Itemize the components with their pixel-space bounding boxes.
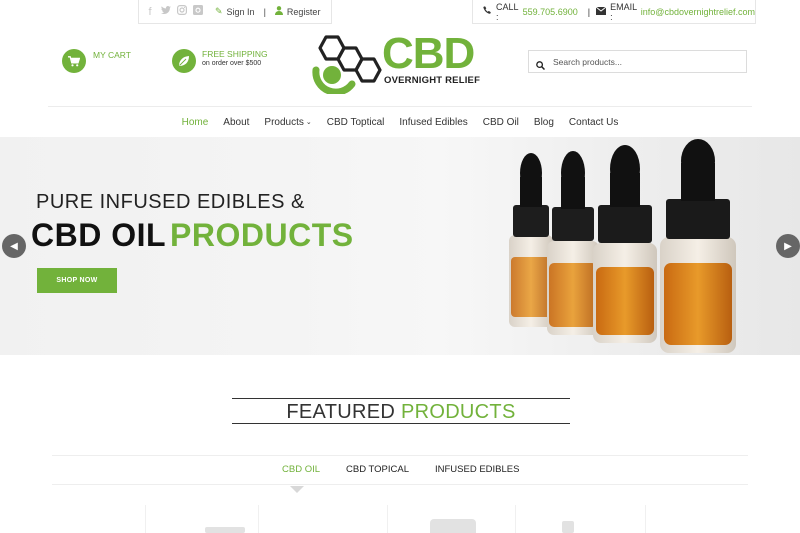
leaf-icon — [172, 49, 196, 73]
hero-heading-line2: CBD OIL PRODUCTS — [31, 217, 354, 254]
nav-item-infused-edibles[interactable]: Infused Edibles — [399, 117, 467, 128]
hexagon-logo-icon — [312, 35, 382, 94]
tabs-bottom-line — [52, 484, 748, 485]
twitter-icon[interactable] — [161, 5, 171, 18]
nav-item-contact-us[interactable]: Contact Us — [569, 117, 618, 128]
facebook-icon[interactable]: f — [145, 6, 155, 18]
tab-cbd-oil[interactable]: CBD OIL — [282, 464, 320, 475]
pencil-icon: ✎ — [215, 6, 223, 16]
tab-cbd-topical[interactable]: CBD TOPICAL — [346, 464, 409, 475]
nav-item-products[interactable]: Products ⌄ — [264, 117, 311, 128]
phone-icon — [483, 6, 492, 17]
hero-heading-products: PRODUCTS — [170, 217, 354, 253]
instagram-square-icon[interactable] — [193, 5, 203, 18]
my-cart-label: MY CART — [93, 50, 131, 60]
hero-heading-line1: PURE INFUSED EDIBLES & — [36, 191, 305, 213]
logo-wordmark: CBD — [382, 29, 475, 78]
product-search — [528, 50, 747, 73]
email-icon — [595, 6, 607, 17]
search-input[interactable] — [553, 56, 733, 67]
email-address[interactable]: info@cbdovernightrelief.com — [641, 7, 755, 17]
slider-next-button[interactable]: ▶ — [776, 234, 800, 258]
card-divider — [145, 505, 146, 533]
featured-products-row — [0, 505, 800, 533]
card-divider — [258, 505, 259, 533]
nav-item-products-label: Products — [264, 116, 304, 128]
register-link[interactable]: Register — [274, 6, 321, 17]
active-tab-indicator — [290, 486, 304, 493]
nav-item-about[interactable]: About — [223, 117, 249, 128]
site-header: MY CART FREE SHIPPING on order over $500… — [0, 24, 800, 106]
main-nav: Home About Products ⌄ CBD Toptical Infus… — [0, 107, 800, 137]
phone-number[interactable]: 559.705.6900 — [523, 7, 578, 17]
featured-title: FEATURED PRODUCTS — [232, 401, 570, 424]
nav-item-blog[interactable]: Blog — [534, 117, 554, 128]
user-icon — [274, 6, 283, 17]
featured-title-b: PRODUCTS — [400, 401, 516, 423]
hero-slider: PURE INFUSED EDIBLES & CBD OIL PRODUCTS S… — [0, 137, 800, 355]
featured-top-rule — [232, 398, 570, 399]
social-links: f — [145, 5, 203, 18]
card-divider — [387, 505, 388, 533]
nav-item-cbd-oil[interactable]: CBD Oil — [483, 117, 519, 128]
top-bar-contact: CALL : 559.705.6900 | EMAIL : info@cbdov… — [472, 0, 756, 24]
chevron-down-icon: ⌄ — [305, 119, 312, 126]
bottle-2 — [547, 151, 599, 335]
bottle-3 — [593, 145, 657, 343]
instagram-icon[interactable] — [177, 5, 188, 18]
tab-infused-edibles[interactable]: INFUSED EDIBLES — [435, 464, 519, 475]
logo-subtitle: OVERNIGHT RELIEF — [384, 75, 481, 86]
hero-heading-cbd-oil: CBD OIL — [31, 217, 167, 253]
separator: | — [263, 6, 266, 17]
my-cart-link[interactable]: MY CART — [62, 49, 131, 73]
contact-separator: | — [587, 6, 591, 17]
slider-prev-button[interactable]: ◀ — [2, 234, 26, 258]
call-label: CALL : — [496, 1, 519, 22]
search-icon[interactable] — [536, 57, 546, 71]
chevron-left-icon: ◀ — [10, 240, 18, 252]
cart-icon — [62, 49, 86, 73]
product-image[interactable] — [430, 519, 476, 533]
tabs-top-line — [52, 455, 748, 456]
featured-title-a: FEATURED — [286, 401, 396, 423]
featured-tabs: CBD OIL CBD TOPICAL INFUSED EDIBLES — [0, 458, 800, 482]
nav-item-home[interactable]: Home — [182, 117, 209, 128]
sign-in-link[interactable]: ✎ Sign In — [215, 6, 255, 17]
bottle-4 — [660, 139, 736, 353]
top-bar-left: f ✎ Sign In | Register — [138, 0, 332, 24]
bottle-1 — [509, 153, 553, 327]
chevron-right-icon: ▶ — [784, 240, 792, 252]
product-image[interactable] — [205, 527, 245, 533]
shop-now-button[interactable]: SHOP NOW — [37, 268, 117, 293]
top-bar: f ✎ Sign In | Register CALL : 559.705.69… — [0, 0, 800, 24]
free-shipping-subtitle: on order over $500 — [202, 60, 262, 67]
free-shipping-info: FREE SHIPPING on order over $500 — [172, 49, 268, 73]
email-label: EMAIL : — [610, 1, 637, 22]
sign-in-label: Sign In — [226, 6, 255, 17]
product-image[interactable] — [562, 521, 574, 533]
card-divider — [645, 505, 646, 533]
free-shipping-title: FREE SHIPPING — [202, 49, 268, 59]
nav-item-cbd-toptical[interactable]: CBD Toptical — [327, 117, 385, 128]
card-divider — [515, 505, 516, 533]
cbd-oil-bottles-image — [509, 139, 736, 353]
register-label: Register — [286, 6, 321, 17]
site-logo[interactable]: CBD OVERNIGHT RELIEF — [312, 32, 490, 94]
featured-bottom-rule — [232, 423, 570, 424]
